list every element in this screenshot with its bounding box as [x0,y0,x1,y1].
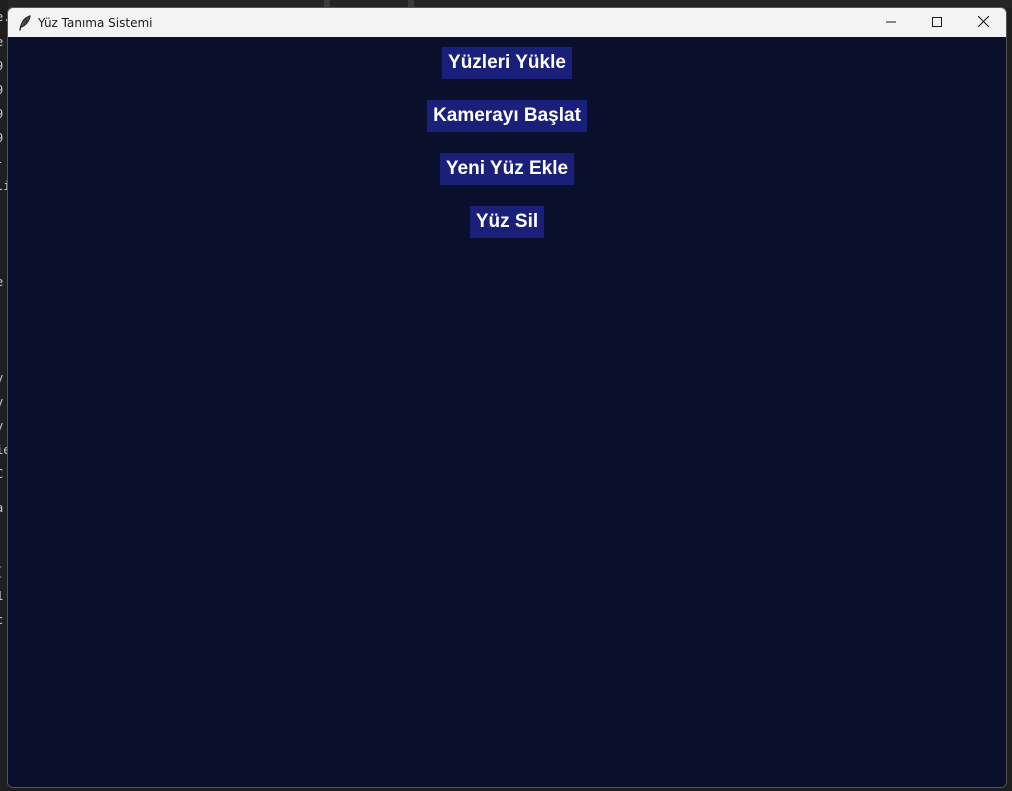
close-button[interactable] [960,8,1006,37]
background-fragment: 9 [0,107,3,121]
window-controls [868,8,1006,37]
minimize-button[interactable] [868,8,914,37]
title-bar[interactable]: Yüz Tanıma Sistemi [8,8,1006,37]
background-fragment: 1 [0,589,3,603]
background-fragment: y [0,419,3,433]
window-title: Yüz Tanıma Sistemi [38,15,153,30]
start-camera-button[interactable]: Kamerayı Başlat [427,100,587,132]
app-window: Yüz Tanıma Sistemi Yüzleri Yükle Kameray… [7,7,1007,788]
background-fragment: C [0,467,3,481]
background-fragment: 9 [0,59,3,73]
background-fragment: - [0,155,3,169]
maximize-icon [932,14,942,32]
background-fragment: a [0,501,3,515]
feather-icon [17,14,33,31]
background-fragment: [ [0,565,3,579]
add-face-button[interactable]: Yeni Yüz Ekle [439,153,575,185]
background-fragment: 9 [0,83,3,97]
main-content: Yüzleri Yükle Kamerayı Başlat Yeni Yüz E… [8,37,1006,787]
minimize-icon [886,14,896,32]
background-fragment: c [0,613,3,627]
delete-face-button[interactable]: Yüz Sil [469,206,545,238]
background-fragment: e [0,35,3,49]
maximize-button[interactable] [914,8,960,37]
action-button-stack: Yüzleri Yükle Kamerayı Başlat Yeni Yüz E… [8,47,1006,259]
background-fragment: y [0,395,3,409]
close-icon [977,14,989,32]
load-faces-button[interactable]: Yüzleri Yükle [442,47,572,79]
background-fragment: 9 [0,131,3,145]
background-fragment: e [0,275,3,289]
background-fragment: y [0,371,3,385]
